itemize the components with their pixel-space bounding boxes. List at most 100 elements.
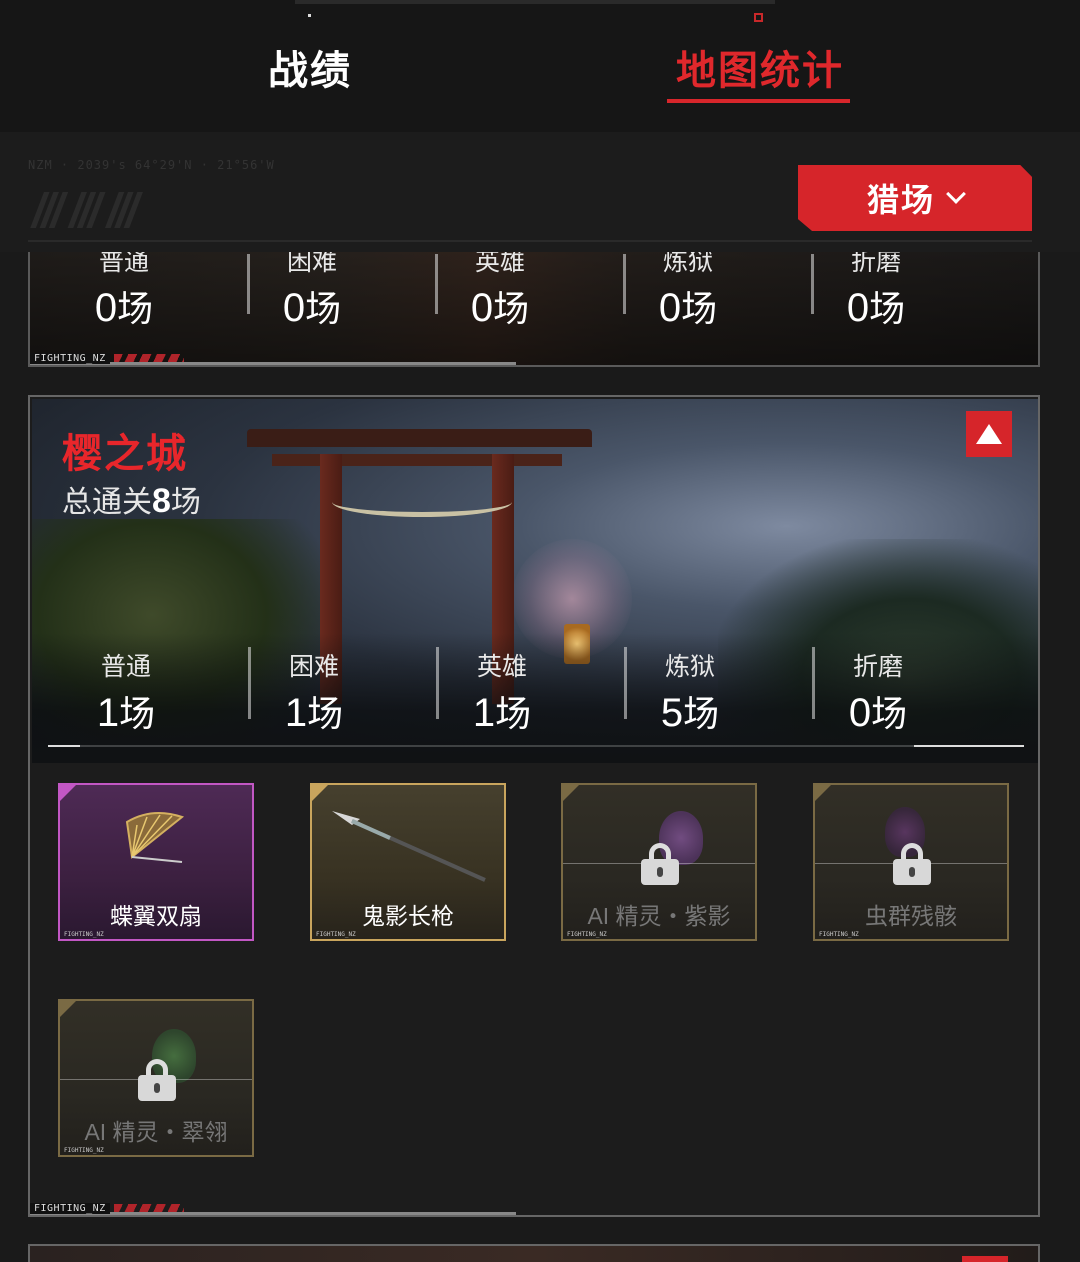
fan-icon <box>125 812 185 863</box>
collapse-button[interactable] <box>966 411 1012 457</box>
stat-count: 0 <box>470 286 494 330</box>
stat-count: 0 <box>846 286 870 330</box>
stat-label: 普通 <box>100 653 151 681</box>
tab-record[interactable]: 战绩 <box>268 38 352 96</box>
notification-dot-icon <box>754 13 763 22</box>
lock-icon <box>138 1059 176 1101</box>
stat-count: 0 <box>94 286 118 330</box>
stat-normal: 普通 0场 <box>30 252 218 332</box>
corner-mark <box>60 785 76 801</box>
stat-separator <box>248 647 251 719</box>
map-card-sakura-city: 樱之城 总通关8场 普通 1场 困难 1场 英雄 1场 炼狱 5场 折磨 0场 <box>28 395 1040 1217</box>
card-footer-tag: FIGHTING_NZ <box>30 351 184 365</box>
stat-separator <box>436 647 439 719</box>
tab-map-stats[interactable]: 地图统计 <box>676 38 844 96</box>
reward-item-ai-sprite-green[interactable]: AI 精灵・翠翎 FIGHTING_NZ <box>58 999 254 1157</box>
footer-tag-text: FIGHTING_NZ <box>30 1202 110 1214</box>
top-decoration <box>295 0 775 4</box>
stat-separator <box>811 254 814 314</box>
map-title: 樱之城 <box>62 432 188 476</box>
line-segment <box>48 745 80 747</box>
footer-stripe-icon <box>113 354 184 362</box>
divider <box>28 240 1032 242</box>
stat-unit: 场 <box>871 693 908 734</box>
reward-tag-text: FIGHTING_NZ <box>567 931 607 938</box>
active-tab-underline <box>667 99 850 103</box>
top-tab-bar: 战绩 地图统计 <box>0 0 1080 132</box>
reward-name: 虫群残骸 <box>865 903 957 929</box>
reward-name: AI 精灵・翠翎 <box>84 1119 228 1145</box>
stat-value: 1场 <box>32 685 220 737</box>
reward-tag-text: FIGHTING_NZ <box>316 931 356 938</box>
stat-separator <box>623 254 626 314</box>
reward-name: 鬼影长枪 <box>362 903 454 929</box>
stat-unit: 场 <box>681 288 718 329</box>
stat-count: 1 <box>96 691 120 735</box>
stat-count: 1 <box>472 691 496 735</box>
footer-tag-text: FIGHTING_NZ <box>30 352 110 364</box>
stat-label: 普通 <box>98 252 149 276</box>
corner-mark <box>312 785 328 801</box>
corner-mark <box>563 785 579 801</box>
stat-separator <box>247 254 250 314</box>
reward-name: AI 精灵・紫影 <box>587 903 731 929</box>
lock-icon <box>641 843 679 885</box>
stat-count: 5 <box>660 691 684 735</box>
line-segment <box>914 745 1024 747</box>
total-count: 8 <box>152 482 171 520</box>
stat-unit: 场 <box>117 288 154 329</box>
top-dot <box>308 14 311 17</box>
reward-tag-text: FIGHTING_NZ <box>64 931 104 938</box>
reward-tag: FIGHTING_NZ <box>60 929 252 939</box>
reward-name: 蝶翼双扇 <box>110 903 202 929</box>
corner-mark <box>60 1001 76 1017</box>
triangle-up-icon <box>976 424 1002 444</box>
expand-button[interactable] <box>962 1256 1008 1262</box>
stat-unit: 场 <box>683 693 720 734</box>
sub-header: NZM · 2039's 64°29'N · 21°56'W /// /// /… <box>0 132 1080 252</box>
total-unit: 场 <box>170 486 201 519</box>
mode-dropdown[interactable]: 猎场 <box>798 165 1032 231</box>
stat-count: 1 <box>284 691 308 735</box>
stat-normal: 普通 1场 <box>32 647 220 737</box>
stat-unit: 场 <box>869 288 906 329</box>
spear-icon <box>332 811 486 882</box>
reward-tag: FIGHTING_NZ <box>815 929 1007 939</box>
reward-tag-text: FIGHTING_NZ <box>64 1147 104 1154</box>
map-card-previous[interactable]: 普通 0场 困难 0场 英雄 0场 炼狱 0场 折磨 0场 FIGHTING_N… <box>28 252 1040 367</box>
reward-item-swarm-remains[interactable]: 虫群残骸 FIGHTING_NZ <box>813 783 1009 941</box>
stat-value: 0场 <box>30 280 218 332</box>
reward-tag: FIGHTING_NZ <box>312 929 504 939</box>
reward-tag: FIGHTING_NZ <box>563 929 755 939</box>
stripe-logo-icon: /// /// /// <box>32 185 139 238</box>
difficulty-stats: 普通 1场 困难 1场 英雄 1场 炼狱 5场 折磨 0场 <box>32 647 1038 737</box>
torii-rope <box>332 487 512 517</box>
stat-separator <box>624 647 627 719</box>
total-prefix: 总通关 <box>62 486 152 519</box>
stat-count: 0 <box>658 286 682 330</box>
coordinates-text: NZM · 2039's 64°29'N · 21°56'W <box>28 158 275 172</box>
reward-item-butterfly-fans[interactable]: 蝶翼双扇 FIGHTING_NZ <box>58 783 254 941</box>
lock-icon <box>893 843 931 885</box>
reward-item-ghost-spear[interactable]: 鬼影长枪 FIGHTING_NZ <box>310 783 506 941</box>
stat-count: 0 <box>848 691 872 735</box>
stat-unit: 场 <box>495 693 532 734</box>
footer-stripe-icon <box>113 1204 184 1212</box>
map-total-clears: 总通关8场 <box>62 477 201 521</box>
stat-separator <box>435 254 438 314</box>
mode-dropdown-label: 猎场 <box>866 182 935 218</box>
stat-unit: 场 <box>119 693 156 734</box>
stat-count: 0 <box>282 286 306 330</box>
reward-tag-text: FIGHTING_NZ <box>819 931 859 938</box>
stat-unit: 场 <box>307 693 344 734</box>
stat-separator <box>812 647 815 719</box>
corner-mark <box>815 785 831 801</box>
map-card-next[interactable] <box>28 1244 1040 1262</box>
torii-gate <box>247 429 592 447</box>
card-footer-tag: FIGHTING_NZ <box>30 1201 184 1215</box>
chevron-down-icon <box>946 184 966 204</box>
reward-tag: FIGHTING_NZ <box>60 1145 252 1155</box>
difficulty-stats: 普通 0场 困难 0场 英雄 0场 炼狱 0场 折磨 0场 <box>30 252 1038 332</box>
stat-unit: 场 <box>305 288 342 329</box>
reward-item-ai-sprite-purple[interactable]: AI 精灵・紫影 FIGHTING_NZ <box>561 783 757 941</box>
